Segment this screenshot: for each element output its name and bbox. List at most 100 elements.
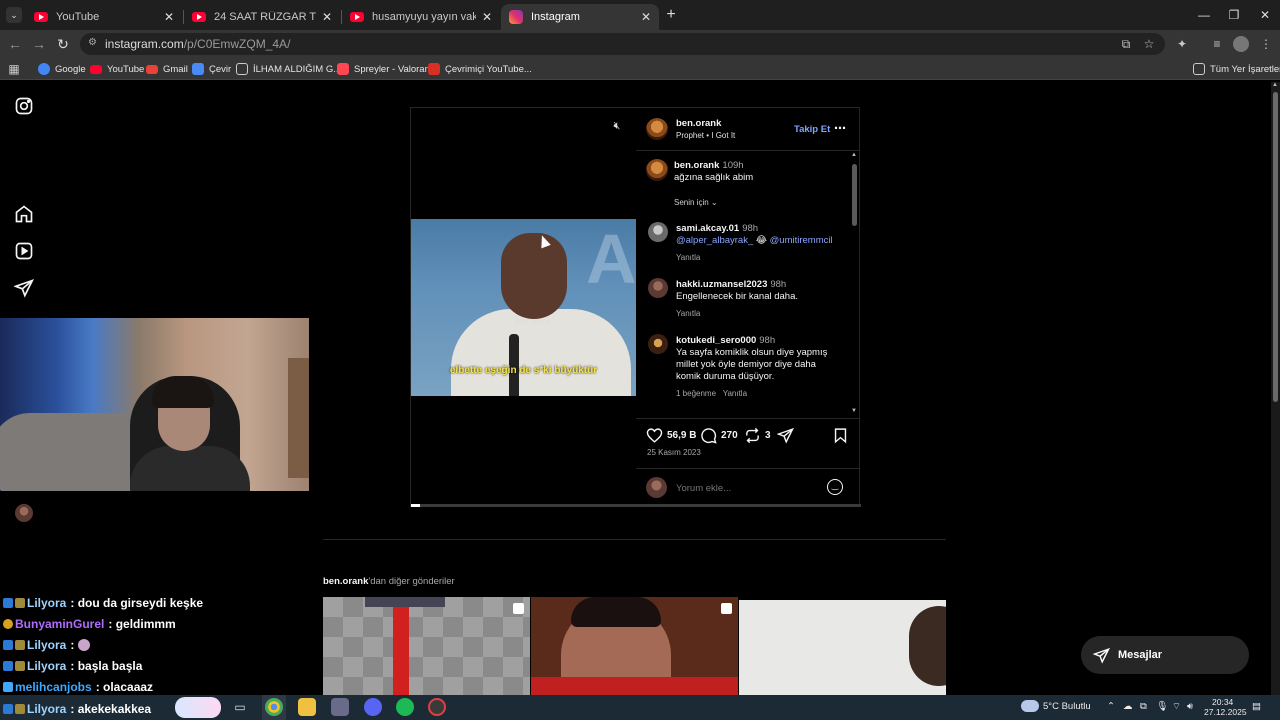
scroll-up-icon[interactable]: ▲ xyxy=(1272,82,1278,88)
comment-username[interactable]: kotukedi_sero000 xyxy=(676,335,756,346)
post-thumbnail[interactable] xyxy=(531,597,738,697)
bookmark-gmail[interactable]: Gmail xyxy=(146,61,188,77)
page-scrollbar[interactable]: ▲ xyxy=(1271,82,1280,695)
close-window-icon[interactable]: ✕ xyxy=(1248,0,1280,30)
clock-date[interactable]: 27.12.2025 xyxy=(1204,707,1247,717)
scroll-thumb[interactable] xyxy=(1273,92,1278,402)
more-options-icon[interactable]: ⋯ xyxy=(834,121,846,135)
save-button[interactable] xyxy=(832,426,853,444)
follow-button[interactable]: Takip Et xyxy=(794,124,830,135)
tab-turbine-video[interactable]: 24 SAAT RÜZGAR TÜRBİNİNDE ✕ xyxy=(184,4,340,30)
caption-username[interactable]: ben.orank xyxy=(674,160,719,171)
tray-app-icon[interactable]: ⧉ xyxy=(1140,701,1147,712)
like-button[interactable]: 56,9 B xyxy=(646,426,696,444)
menu-icon[interactable]: ⋮ xyxy=(1258,36,1274,52)
all-bookmarks[interactable]: Tüm Yer İşaretleri xyxy=(1193,61,1280,77)
app-icon[interactable] xyxy=(331,698,349,716)
commenter-avatar[interactable] xyxy=(648,278,668,298)
comment-button[interactable]: 270 xyxy=(700,426,738,444)
task-view-icon[interactable]: ▭ xyxy=(231,698,249,716)
comment-username[interactable]: hakki.uzmansel2023 xyxy=(676,279,767,290)
forward-icon[interactable]: → xyxy=(31,36,47,52)
reply-button[interactable]: Yanıtla xyxy=(676,309,700,318)
clock-time[interactable]: 20:34 xyxy=(1212,697,1233,707)
emoji-picker-icon[interactable]: ‿ xyxy=(827,479,843,495)
commenter-avatar[interactable] xyxy=(648,334,668,354)
scroll-down-icon[interactable]: ▼ xyxy=(851,408,857,414)
spotify-icon[interactable] xyxy=(396,698,414,716)
site-info-icon[interactable]: ⚙ xyxy=(88,37,100,49)
bookmark-youtube[interactable]: YouTube xyxy=(90,61,144,77)
minimize-icon[interactable]: — xyxy=(1187,0,1221,30)
weather-text[interactable]: 5°C Bulutlu xyxy=(1043,701,1091,712)
obs-icon[interactable] xyxy=(428,698,446,716)
send-icon[interactable] xyxy=(13,278,34,298)
discord-icon[interactable] xyxy=(364,698,382,716)
notifications-icon[interactable]: ▤ xyxy=(1252,701,1261,712)
comment-filter[interactable]: Senin için ⌄ xyxy=(674,198,718,207)
restore-icon[interactable]: ❐ xyxy=(1217,0,1251,30)
bookmark-converter[interactable]: Çevrimiçi YouTube... xyxy=(428,61,532,77)
apps-grid-icon[interactable]: ▦ xyxy=(6,61,22,77)
bookmark-folder[interactable]: İLHAM ALDIĞIM G... xyxy=(236,61,341,77)
reply-button[interactable]: Yanıtla xyxy=(676,253,700,262)
scroll-thumb[interactable] xyxy=(852,164,857,226)
share-button[interactable] xyxy=(777,426,798,444)
post-thumbnail[interactable] xyxy=(739,600,946,700)
tab-stream[interactable]: husamyuyu yayın vakti 13 - You ✕ xyxy=(342,4,500,30)
tab-instagram[interactable]: Instagram ✕ xyxy=(501,4,659,30)
reply-button[interactable]: Yanıtla xyxy=(723,389,747,398)
author-avatar[interactable] xyxy=(646,118,668,140)
video-player[interactable]: A ben.orank elbette eşeğin de s*ki büyük… xyxy=(411,108,636,506)
bookmark-star-icon[interactable]: ☆ xyxy=(1141,36,1157,52)
post-thumbnail[interactable] xyxy=(323,597,530,697)
bookmark-google[interactable]: Google xyxy=(38,61,86,77)
more-posts-username[interactable]: ben.orank xyxy=(323,576,368,587)
tab-title: 24 SAAT RÜZGAR TÜRBİNİNDE xyxy=(214,11,316,23)
close-tab-icon[interactable]: ✕ xyxy=(641,10,651,24)
mute-icon[interactable]: 🔇︎ xyxy=(609,118,625,134)
comment-username[interactable]: sami.akcay.01 xyxy=(676,223,739,234)
scroll-up-icon[interactable]: ▲ xyxy=(851,152,857,158)
file-explorer-icon[interactable] xyxy=(298,698,316,716)
reload-icon[interactable]: ↻ xyxy=(55,36,71,52)
instagram-logo-icon[interactable] xyxy=(14,96,34,116)
bookmark-label: İLHAM ALDIĞIM G... xyxy=(253,63,342,75)
divider xyxy=(636,418,859,419)
install-app-icon[interactable]: ⧉ xyxy=(1118,36,1134,52)
comment-input[interactable] xyxy=(676,480,816,496)
comment-likes[interactable]: 1 beğenme xyxy=(676,389,716,398)
bookmark-valorant[interactable]: Spreyler - Valorant xyxy=(337,61,433,77)
close-tab-icon[interactable]: ✕ xyxy=(164,10,174,24)
show-hidden-icons[interactable]: ⌃ xyxy=(1107,701,1115,712)
back-icon[interactable]: ← xyxy=(7,36,23,52)
chat-username: Lilyora xyxy=(27,659,67,673)
close-tab-icon[interactable]: ✕ xyxy=(322,10,332,24)
close-tab-icon[interactable]: ✕ xyxy=(482,10,492,24)
tab-youtube[interactable]: YouTube ✕ xyxy=(26,4,182,30)
mention-link[interactable]: @umitiremmcil xyxy=(770,235,833,246)
comments-scrollbar[interactable]: ▲ ▼ xyxy=(850,152,858,418)
widgets-button[interactable] xyxy=(175,697,221,718)
messages-button[interactable]: Mesajlar xyxy=(1081,636,1249,674)
bookmark-translate[interactable]: Çevir xyxy=(192,61,231,77)
network-icon[interactable]: ☁ xyxy=(1123,701,1133,712)
media-control-icon[interactable]: ≡ xyxy=(1209,36,1225,52)
home-icon[interactable] xyxy=(14,204,34,224)
commenter-avatar[interactable] xyxy=(648,222,668,242)
author-username[interactable]: ben.orank xyxy=(676,118,721,129)
repost-button[interactable]: 3 xyxy=(744,426,771,444)
author-avatar[interactable] xyxy=(646,159,668,181)
profile-avatar[interactable] xyxy=(1233,36,1249,52)
microphone-icon[interactable]: 🎙︎ xyxy=(1156,701,1168,712)
new-tab-button[interactable]: + xyxy=(654,0,688,30)
profile-avatar[interactable] xyxy=(15,504,33,522)
address-bar[interactable]: ⚙ instagram.com/p/C0EmwZQM_4A/ ⧉ ☆ xyxy=(80,33,1165,55)
extensions-icon[interactable]: ✦ xyxy=(1174,36,1190,52)
mention-link[interactable]: @alper_albayrak_ xyxy=(676,235,753,246)
volume-icon[interactable]: 🔊︎ xyxy=(1187,701,1193,712)
audio-track[interactable]: Prophet • I Got It xyxy=(676,131,735,140)
reels-icon[interactable] xyxy=(14,241,34,261)
tab-search-button[interactable]: ⌄ xyxy=(6,7,22,23)
wifi-icon[interactable]: ⌔ xyxy=(1172,701,1181,712)
